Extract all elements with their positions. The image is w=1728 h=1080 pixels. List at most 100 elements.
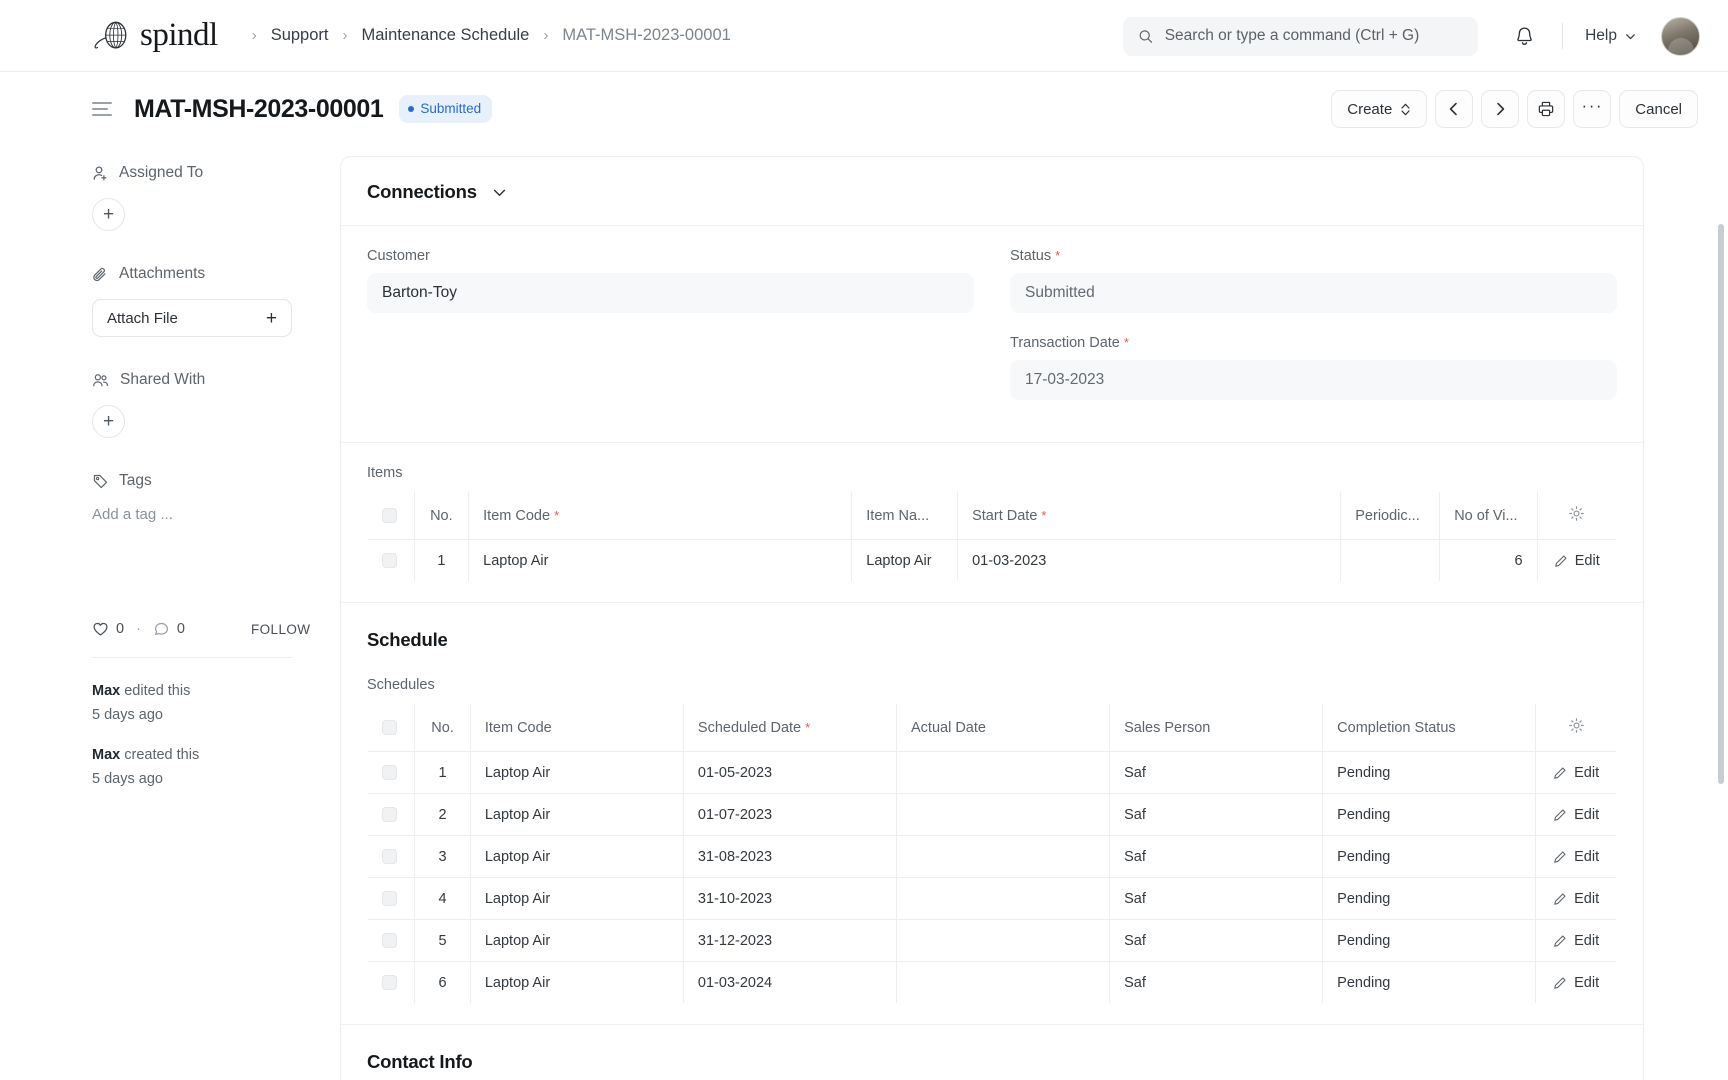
- add-assignment-button[interactable]: +: [92, 198, 125, 231]
- connections-section-header[interactable]: Connections: [341, 157, 1643, 226]
- row-checkbox[interactable]: [382, 849, 397, 864]
- schedules-row-actual-date[interactable]: [897, 752, 1110, 794]
- edit-row-label: Edit: [1574, 933, 1599, 949]
- items-row-item-code[interactable]: Laptop Air: [469, 540, 852, 582]
- search-box[interactable]: [1123, 17, 1478, 56]
- schedules-row-scheduled-date[interactable]: 31-10-2023: [683, 878, 896, 920]
- items-col-no: No.: [414, 492, 469, 540]
- schedules-row-sales-person[interactable]: Saf: [1110, 836, 1323, 878]
- help-menu-button[interactable]: Help: [1581, 21, 1641, 51]
- schedules-row-completion-status[interactable]: Pending: [1323, 836, 1536, 878]
- schedules-row-scheduled-date[interactable]: 01-05-2023: [683, 752, 896, 794]
- schedules-row-item-code[interactable]: Laptop Air: [470, 794, 683, 836]
- schedules-row-select-cell: [368, 962, 415, 1004]
- brand-logo-group[interactable]: spindl: [92, 17, 218, 54]
- table-row[interactable]: 6Laptop Air01-03-2024SafPendingEdit: [368, 962, 1617, 1004]
- row-checkbox[interactable]: [382, 553, 397, 568]
- cancel-button[interactable]: Cancel: [1619, 90, 1698, 128]
- table-row[interactable]: 3Laptop Air31-08-2023SafPendingEdit: [368, 836, 1617, 878]
- schedules-row-item-code[interactable]: Laptop Air: [470, 920, 683, 962]
- schedules-row-item-code[interactable]: Laptop Air: [470, 752, 683, 794]
- row-checkbox[interactable]: [382, 807, 397, 822]
- schedules-row-actual-date[interactable]: [897, 920, 1110, 962]
- next-document-button[interactable]: [1481, 90, 1519, 128]
- top-navbar: spindl › Support › Maintenance Schedule …: [0, 0, 1728, 72]
- row-checkbox[interactable]: [382, 891, 397, 906]
- create-button[interactable]: Create: [1331, 90, 1427, 128]
- edit-row-button[interactable]: Edit: [1550, 891, 1602, 907]
- previous-document-button[interactable]: [1435, 90, 1473, 128]
- notifications-button[interactable]: [1504, 16, 1544, 56]
- items-row-no-of-visits[interactable]: 6: [1440, 540, 1537, 582]
- plus-icon: +: [266, 309, 277, 328]
- select-all-checkbox[interactable]: [382, 508, 397, 523]
- schedules-row-actual-date[interactable]: [897, 836, 1110, 878]
- schedules-row-completion-status[interactable]: Pending: [1323, 752, 1536, 794]
- schedules-settings-cell[interactable]: [1536, 704, 1617, 752]
- gear-icon: [1568, 505, 1585, 522]
- table-row[interactable]: 1Laptop Air01-05-2023 SafPending Edit: [368, 752, 1617, 794]
- search-input[interactable]: [1165, 27, 1463, 45]
- breadcrumb-item-maintenance-schedule[interactable]: Maintenance Schedule: [359, 26, 531, 45]
- add-tag-input[interactable]: Add a tag ...: [92, 506, 304, 523]
- avatar[interactable]: [1661, 17, 1700, 56]
- edit-row-button[interactable]: Edit: [1552, 553, 1602, 569]
- schedules-row-completion-status[interactable]: Pending: [1323, 962, 1536, 1004]
- items-table: No. Item Code * Item Na... Start Date *: [367, 491, 1617, 582]
- schedules-row-completion-status[interactable]: Pending: [1323, 794, 1536, 836]
- edit-row-button[interactable]: Edit: [1550, 933, 1602, 949]
- schedules-row-no: 5: [415, 920, 471, 962]
- table-row[interactable]: 1 Laptop Air Laptop Air 01-03-2023 6: [368, 540, 1617, 582]
- schedules-row-completion-status[interactable]: Pending: [1323, 920, 1536, 962]
- sidebar-toggle-button[interactable]: [92, 102, 112, 116]
- table-row[interactable]: 2Laptop Air01-07-2023SafPendingEdit: [368, 794, 1617, 836]
- table-row[interactable]: 5Laptop Air31-12-2023 SafPending Edit: [368, 920, 1617, 962]
- like-group[interactable]: 0: [92, 621, 124, 637]
- follow-button[interactable]: FOLLOW: [251, 622, 310, 637]
- edit-row-button[interactable]: Edit: [1550, 975, 1602, 991]
- status-input[interactable]: Submitted: [1010, 273, 1617, 313]
- schedules-row-scheduled-date[interactable]: 01-03-2024: [683, 962, 896, 1004]
- add-share-button[interactable]: +: [92, 405, 125, 438]
- transaction-date-input[interactable]: 17-03-2023: [1010, 360, 1617, 400]
- schedules-row-actual-date[interactable]: [897, 794, 1110, 836]
- items-row-periodicity[interactable]: [1341, 540, 1440, 582]
- edit-row-button[interactable]: Edit: [1550, 807, 1602, 823]
- row-checkbox[interactable]: [382, 975, 397, 990]
- table-row[interactable]: 4Laptop Air31-10-2023SafPendingEdit: [368, 878, 1617, 920]
- schedules-row-completion-status[interactable]: Pending: [1323, 878, 1536, 920]
- more-actions-button[interactable]: ···: [1573, 90, 1611, 128]
- customer-label: Customer: [367, 248, 974, 264]
- schedules-row-sales-person[interactable]: Saf: [1110, 920, 1323, 962]
- select-all-checkbox[interactable]: [382, 720, 397, 735]
- gear-icon: [1568, 717, 1585, 734]
- schedules-row-scheduled-date[interactable]: 01-07-2023: [683, 794, 896, 836]
- schedules-row-sales-person[interactable]: Saf: [1110, 878, 1323, 920]
- row-checkbox[interactable]: [382, 765, 397, 780]
- breadcrumb-item-support[interactable]: Support: [269, 26, 331, 45]
- row-checkbox[interactable]: [382, 933, 397, 948]
- page-scrollbar[interactable]: [1718, 224, 1724, 784]
- schedules-row-no: 1: [415, 752, 471, 794]
- activity-time: 5 days ago: [92, 771, 163, 787]
- edit-row-button[interactable]: Edit: [1550, 765, 1602, 781]
- schedules-row-item-code[interactable]: Laptop Air: [470, 836, 683, 878]
- schedules-row-actual-date[interactable]: [897, 878, 1110, 920]
- attach-file-button[interactable]: Attach File +: [92, 299, 292, 337]
- schedules-row-sales-person[interactable]: Saf: [1110, 962, 1323, 1004]
- items-row-start-date[interactable]: 01-03-2023: [958, 540, 1341, 582]
- schedules-row-item-code[interactable]: Laptop Air: [470, 962, 683, 1004]
- comment-group[interactable]: 0: [153, 621, 185, 637]
- edit-row-button[interactable]: Edit: [1550, 849, 1602, 865]
- schedules-table: No. Item Code Scheduled Date * Actual Da…: [367, 703, 1617, 1004]
- assigned-to-label: Assigned To: [119, 164, 203, 182]
- schedules-row-actual-date[interactable]: [897, 962, 1110, 1004]
- schedules-row-scheduled-date[interactable]: 31-08-2023: [683, 836, 896, 878]
- schedules-row-item-code[interactable]: Laptop Air: [470, 878, 683, 920]
- print-button[interactable]: [1527, 90, 1565, 128]
- customer-input[interactable]: Barton-Toy: [367, 273, 974, 313]
- schedules-row-sales-person[interactable]: Saf: [1110, 794, 1323, 836]
- schedules-row-sales-person[interactable]: Saf: [1110, 752, 1323, 794]
- schedules-row-scheduled-date[interactable]: 31-12-2023: [683, 920, 896, 962]
- items-settings-cell[interactable]: [1537, 492, 1616, 540]
